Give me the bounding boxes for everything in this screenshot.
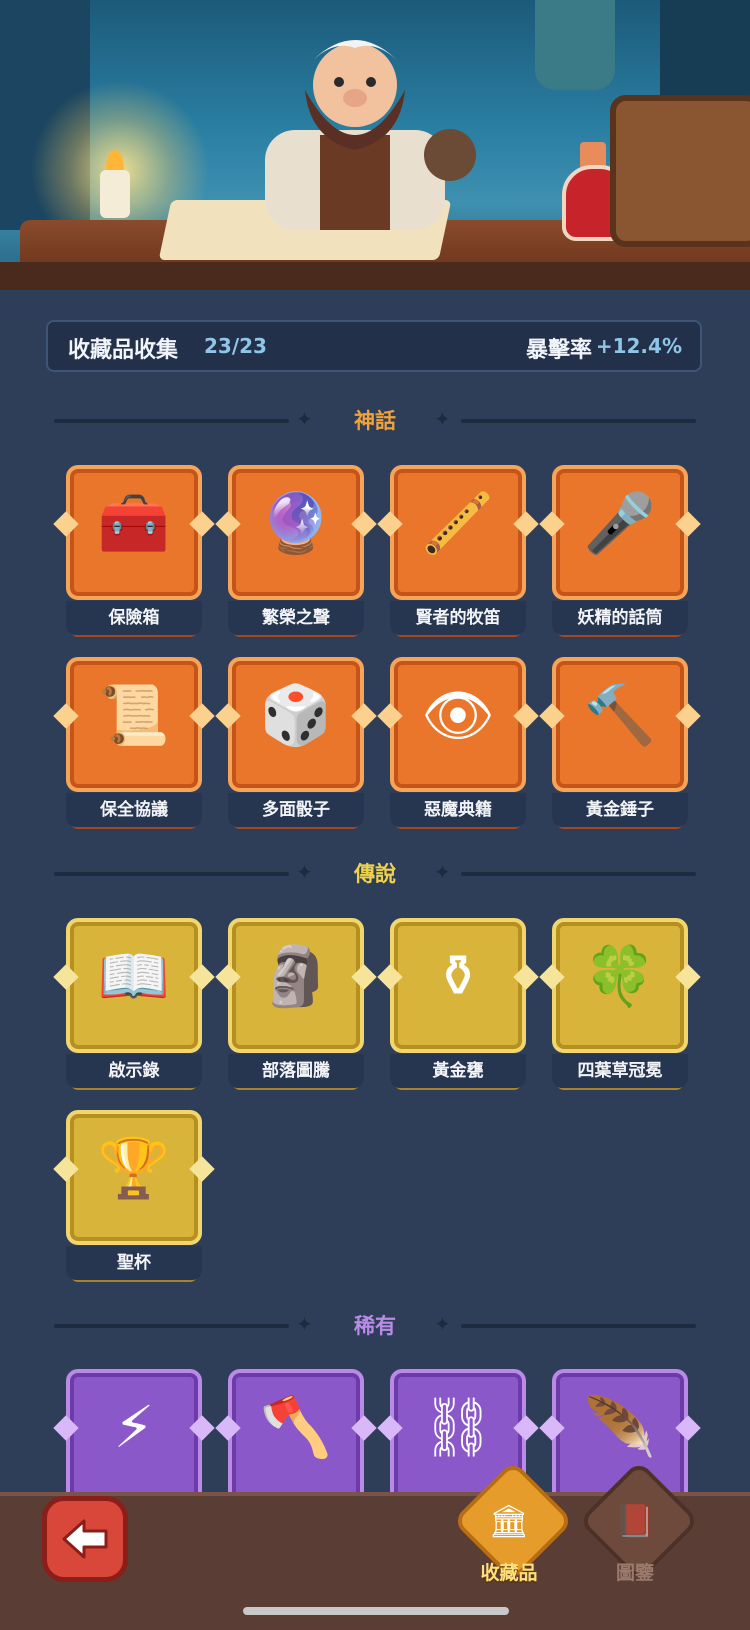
collectible-card[interactable]: 📖21★★★★啟示錄 bbox=[53, 918, 215, 1090]
collection-count: 23/23 bbox=[204, 334, 267, 358]
collectible-card[interactable]: 🧰20★★★保險箱 bbox=[53, 465, 215, 637]
collectible-card[interactable]: 🔮20★★★繁榮之聲 bbox=[215, 465, 377, 637]
phoenix-feather-icon: 🪶 bbox=[583, 1393, 657, 1461]
item-name: 保險箱 bbox=[66, 601, 202, 635]
section-divider-rare: ✦ ✦ 稀有 bbox=[54, 1310, 696, 1340]
collection-title: 收藏品收集 bbox=[68, 338, 179, 363]
item-name: 黃金甕 bbox=[390, 1054, 526, 1088]
tab-collection-label: 收藏品 bbox=[480, 1562, 538, 1584]
tab-collection[interactable]: 🏛 收藏品 bbox=[452, 1460, 574, 1588]
vine-shackles-icon: ⛓ bbox=[421, 1393, 495, 1461]
collectible-card[interactable]: 👁20★★★惡魔典籍 bbox=[377, 657, 539, 829]
crit-rate-value: +12.4% bbox=[595, 334, 682, 358]
collectible-card[interactable]: 🍀20★★★★★四葉草冠冕 bbox=[539, 918, 701, 1090]
d20-dice-icon: 🎲 bbox=[259, 681, 333, 749]
item-name: 聖杯 bbox=[66, 1246, 202, 1280]
fairy-microphone-icon: 🎤 bbox=[583, 489, 657, 557]
collectible-card[interactable]: 🎲15★★多面骰子 bbox=[215, 657, 377, 829]
crit-rate-label: 暴擊率 bbox=[525, 338, 592, 363]
golden-urn-icon: ⚱ bbox=[433, 942, 483, 1010]
demon-book-icon: 👁 bbox=[421, 681, 495, 749]
tab-codex-label: 圖鑒 bbox=[615, 1562, 654, 1584]
home-indicator bbox=[243, 1607, 509, 1615]
clover-crown-icon: 🍀 bbox=[583, 942, 657, 1010]
candle-icon bbox=[100, 170, 130, 218]
item-name: 黃金錘子 bbox=[552, 793, 688, 827]
item-name: 妖精的話筒 bbox=[552, 601, 688, 635]
back-button[interactable] bbox=[42, 1496, 128, 1582]
section-title-rare: 稀有 bbox=[354, 1314, 396, 1338]
item-name: 部落圖騰 bbox=[228, 1054, 364, 1088]
pan-flute-icon: 🪈 bbox=[421, 489, 495, 557]
tab-codex[interactable]: 📕 圖鑒 bbox=[578, 1460, 700, 1588]
section-title-mythic: 神話 bbox=[354, 409, 396, 433]
collectible-card[interactable]: 🎤18★★妖精的話筒 bbox=[539, 465, 701, 637]
section-divider-legendary: ✦ ✦ 傳說 bbox=[54, 858, 696, 888]
collectible-card[interactable]: 🔨20★★★黃金錘子 bbox=[539, 657, 701, 829]
totem-mask-decoration bbox=[535, 0, 615, 90]
contract-scroll-icon: 📜 bbox=[97, 681, 171, 749]
golden-hammer-icon: 🔨 bbox=[583, 681, 657, 749]
treasure-chest-icon: 🧰 bbox=[97, 489, 171, 557]
item-name: 繁榮之聲 bbox=[228, 601, 364, 635]
collectible-card[interactable]: 📜15★★保全協議 bbox=[53, 657, 215, 829]
item-name: 惡魔典籍 bbox=[390, 793, 526, 827]
tribal-totem-icon: 🗿 bbox=[259, 942, 333, 1010]
collectible-card[interactable]: ⚱20★★★★黃金甕 bbox=[377, 918, 539, 1090]
item-name: 賢者的牧笛 bbox=[390, 601, 526, 635]
section-divider-mythic: ✦ ✦ 神話 bbox=[54, 405, 696, 435]
collectible-card[interactable]: 🪈20★★★賢者的牧笛 bbox=[377, 465, 539, 637]
collection-stats-bar: 收藏品收集 23/23 暴擊率 +12.4% bbox=[46, 320, 702, 372]
stone-axe-icon: 🪓 bbox=[259, 1393, 333, 1461]
desk-edge bbox=[0, 262, 750, 290]
section-title-legendary: 傳說 bbox=[354, 862, 396, 886]
open-book-icon: 📖 bbox=[97, 942, 171, 1010]
lyre-icon: 🏛 bbox=[488, 1502, 530, 1540]
item-name: 多面骰子 bbox=[228, 793, 364, 827]
collectible-card[interactable]: 🏆25★★★★聖杯 bbox=[53, 1110, 215, 1282]
comet-orb-icon: 🔮 bbox=[259, 489, 333, 557]
wooden-chest-decoration bbox=[610, 95, 750, 247]
lightning-card-icon: ⚡ bbox=[113, 1393, 155, 1461]
holy-grail-icon: 🏆 bbox=[97, 1134, 171, 1202]
dwarf-merchant-character bbox=[265, 40, 476, 230]
hero-illustration bbox=[0, 0, 750, 290]
back-arrow-icon bbox=[62, 1519, 108, 1559]
collectible-card[interactable]: 🗿20★★★★部落圖騰 bbox=[215, 918, 377, 1090]
item-name: 保全協議 bbox=[66, 793, 202, 827]
item-name: 四葉草冠冕 bbox=[552, 1054, 688, 1088]
book-icon: 📕 bbox=[615, 1502, 655, 1540]
item-name: 啟示錄 bbox=[66, 1054, 202, 1088]
